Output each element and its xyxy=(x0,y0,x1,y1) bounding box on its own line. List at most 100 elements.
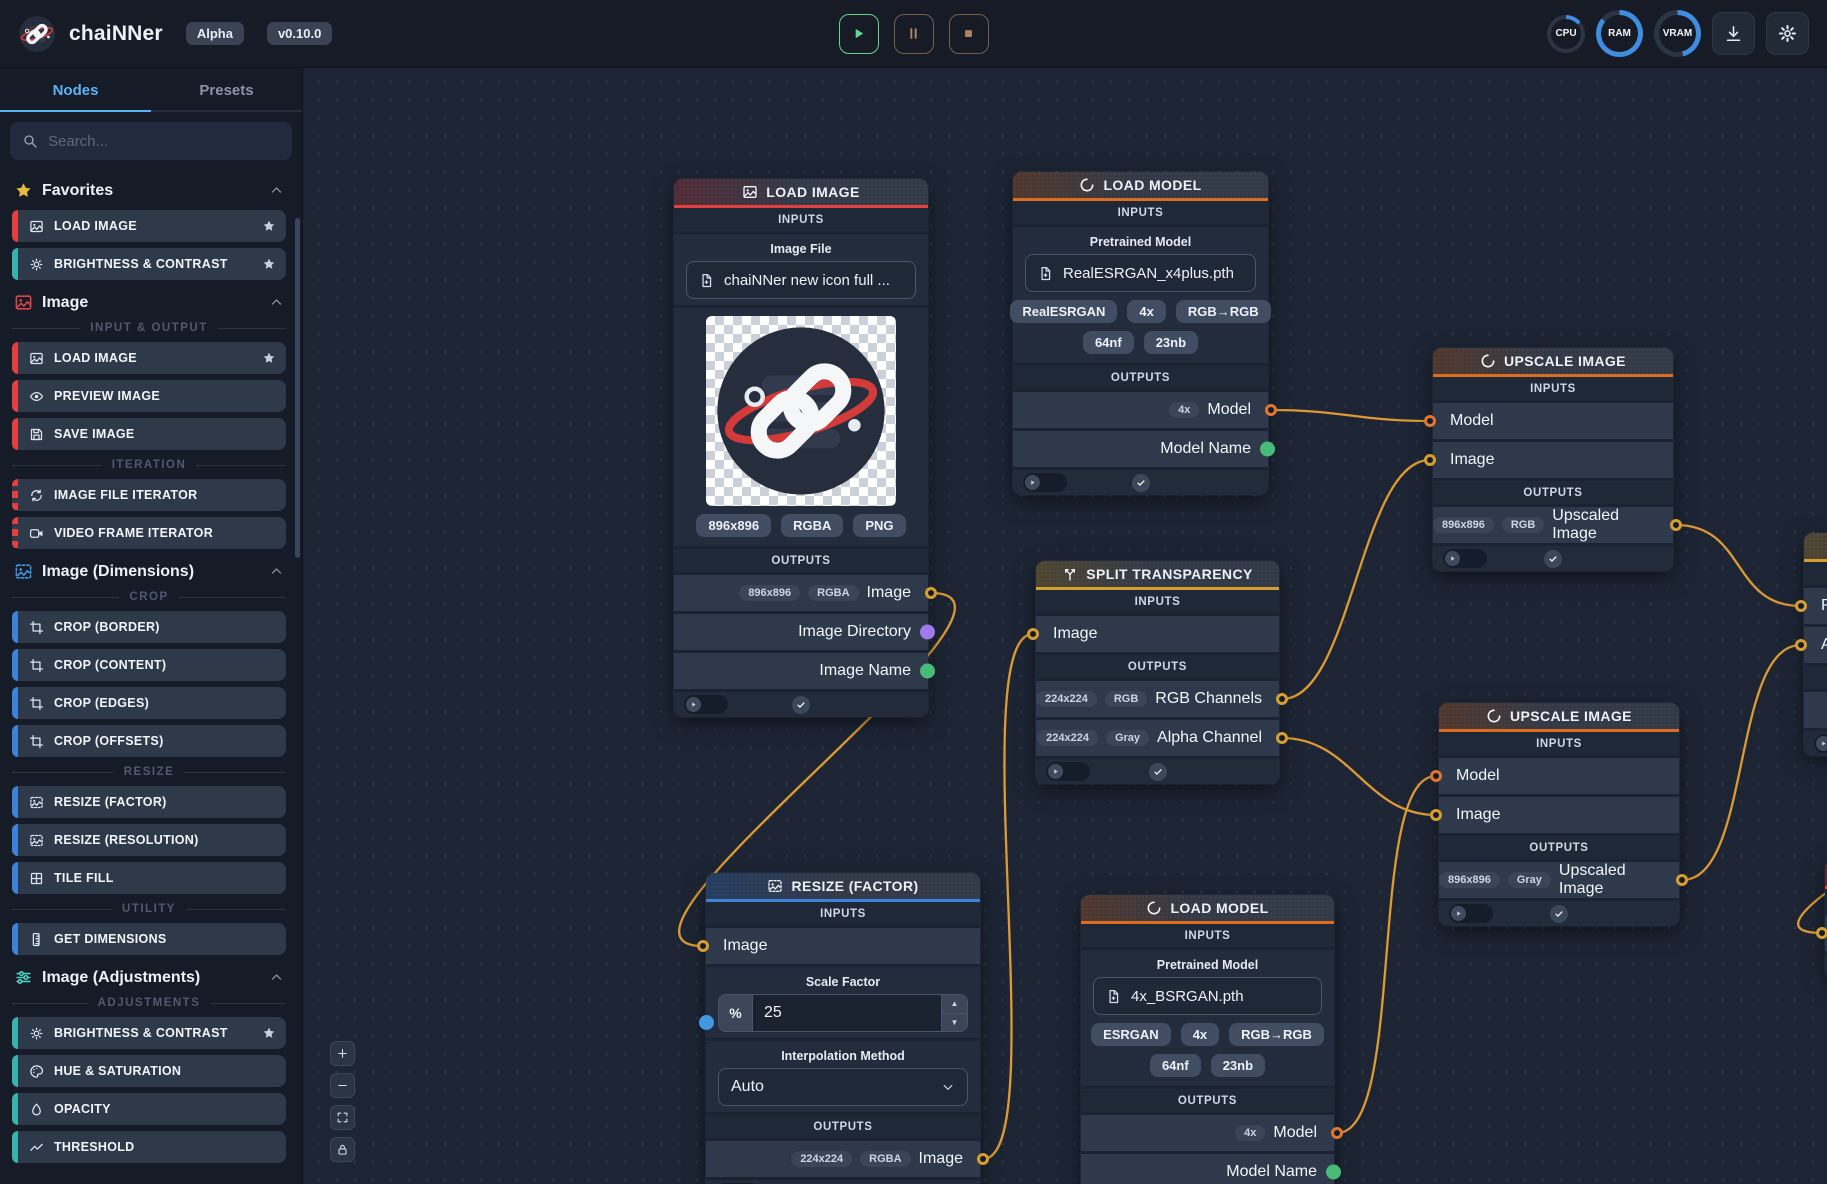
inputs-bar: INPUTS xyxy=(1036,590,1279,613)
play-icon xyxy=(851,26,866,41)
sidebar-item-brightness-contrast[interactable]: BRIGHTNESS & CONTRAST xyxy=(12,1017,286,1049)
node-toggle[interactable] xyxy=(1023,473,1067,492)
model-input-port[interactable] xyxy=(1424,415,1436,427)
text-output-port[interactable] xyxy=(920,664,935,679)
node-canvas[interactable]: LOAD IMAGE INPUTS Image File chaiNNer ne… xyxy=(303,68,1827,1184)
accent-bar xyxy=(12,479,18,511)
accent-bar xyxy=(12,210,18,242)
node-toggle[interactable] xyxy=(1443,549,1487,568)
run-button[interactable] xyxy=(839,14,879,54)
image-output-port[interactable] xyxy=(977,1153,989,1165)
edge-wire[interactable] xyxy=(1271,410,1430,421)
node-header[interactable]: UPSCALE IMAGE xyxy=(1433,348,1673,377)
model-output-port[interactable] xyxy=(1265,404,1277,416)
zoom-out-button[interactable] xyxy=(330,1073,355,1098)
image-output-port[interactable] xyxy=(1276,732,1288,744)
node-header[interactable]: RESIZE (FACTOR) xyxy=(706,873,980,902)
node-toggle[interactable] xyxy=(1449,904,1493,923)
fit-view-button[interactable] xyxy=(330,1105,355,1130)
group-divider: ADJUSTMENTS xyxy=(12,997,286,1009)
sidebar-item-tile-fill[interactable]: TILE FILL xyxy=(12,862,286,894)
sidebar-item-resize-resolution[interactable]: RESIZE (RESOLUTION) xyxy=(12,824,286,856)
scale-factor-input[interactable]: % 25 ▲ ▼ xyxy=(718,994,968,1032)
edge-wire[interactable] xyxy=(1682,645,1801,880)
interpolation-select[interactable]: Auto xyxy=(718,1068,968,1106)
sidebar-item-preview-image[interactable]: PREVIEW IMAGE xyxy=(12,380,286,412)
node-header[interactable]: LOAD MODEL xyxy=(1013,172,1268,201)
sidebar-item-crop-offsets[interactable]: CROP (OFFSETS) xyxy=(12,725,286,757)
node-header[interactable]: LOAD IMAGE xyxy=(674,179,928,208)
alpha-badge: Alpha xyxy=(186,22,244,45)
tag: 4x xyxy=(1169,402,1199,418)
step-up-button[interactable]: ▲ xyxy=(942,995,967,1013)
image-input-port[interactable] xyxy=(1424,454,1436,466)
node-toggle[interactable] xyxy=(1814,734,1827,753)
edge-wire[interactable] xyxy=(1282,460,1430,699)
tag: 23nb xyxy=(1211,1054,1265,1077)
section-image-adjustments[interactable]: Image (Adjustments) xyxy=(14,968,284,987)
sidebar-item-load-image[interactable]: LOAD IMAGE xyxy=(12,210,286,242)
edge-wire[interactable] xyxy=(1676,525,1801,606)
settings-button[interactable] xyxy=(1766,12,1809,55)
download-button[interactable] xyxy=(1712,12,1755,55)
node-toggle[interactable] xyxy=(1046,762,1090,781)
step-down-button[interactable]: ▼ xyxy=(942,1013,967,1032)
sidebar-item-resize-factor[interactable]: RESIZE (FACTOR) xyxy=(12,786,286,818)
section-image-dimensions[interactable]: Image (Dimensions) xyxy=(14,562,284,581)
sidebar-item-crop-border[interactable]: CROP (BORDER) xyxy=(12,611,286,643)
section-image[interactable]: Image xyxy=(14,293,284,312)
tab-presets[interactable]: Presets xyxy=(151,68,302,112)
sidebar-scrollbar[interactable] xyxy=(295,218,300,558)
text-output-port[interactable] xyxy=(1260,442,1275,457)
edge-wire[interactable] xyxy=(983,634,1033,1159)
image-output-port[interactable] xyxy=(1670,519,1682,531)
image-input-port[interactable] xyxy=(697,940,709,952)
image-file-input[interactable]: chaiNNer new icon full ... xyxy=(686,261,916,299)
image-input-port[interactable] xyxy=(1795,600,1807,612)
image-input-port[interactable] xyxy=(1795,639,1807,651)
node-header[interactable]: SPLIT TRANSPARENCY xyxy=(1036,561,1279,590)
scale-factor-value[interactable]: 25 xyxy=(753,995,941,1031)
sidebar-item-save-image[interactable]: SAVE IMAGE xyxy=(12,418,286,450)
image-input-port[interactable] xyxy=(1816,927,1827,939)
file-field: Image File chaiNNer new icon full ... xyxy=(674,234,928,305)
sidebar-item-hue-saturation[interactable]: HUE & SATURATION xyxy=(12,1055,286,1087)
sidebar-item-opacity[interactable]: OPACITY xyxy=(12,1093,286,1125)
crop-icon xyxy=(29,734,44,749)
edge-wire[interactable] xyxy=(1337,776,1436,1133)
image-output-port[interactable] xyxy=(1276,693,1288,705)
model-file-input[interactable]: 4x_BSRGAN.pth xyxy=(1093,977,1322,1015)
directory-output-port[interactable] xyxy=(920,625,935,640)
lock-viewport-button[interactable] xyxy=(330,1137,355,1162)
model-output-port[interactable] xyxy=(1331,1127,1343,1139)
sidebar-item-brightness-contrast[interactable]: BRIGHTNESS & CONTRAST xyxy=(12,248,286,280)
node-toggle[interactable] xyxy=(684,695,728,714)
node-header[interactable]: LOAD MODEL xyxy=(1081,895,1334,924)
image-output-port[interactable] xyxy=(1676,874,1688,886)
image-output-port[interactable] xyxy=(925,587,937,599)
sidebar-item-load-image[interactable]: LOAD IMAGE xyxy=(12,342,286,374)
node-header[interactable]: MERGE TRANSPARENCY xyxy=(1804,533,1827,562)
model-input-port[interactable] xyxy=(1430,770,1442,782)
accent-bar xyxy=(12,687,18,719)
sidebar-item-image-file-iterator[interactable]: IMAGE FILE ITERATOR xyxy=(12,479,286,511)
stop-button[interactable] xyxy=(949,14,989,54)
section-favorites[interactable]: Favorites xyxy=(14,181,284,200)
sidebar-item-crop-content[interactable]: CROP (CONTENT) xyxy=(12,649,286,681)
model-file-input[interactable]: RealESRGAN_x4plus.pth xyxy=(1025,254,1256,292)
image-input-port[interactable] xyxy=(1027,628,1039,640)
node-header[interactable]: UPSCALE IMAGE xyxy=(1439,703,1679,732)
sidebar-item-threshold[interactable]: THRESHOLD xyxy=(12,1131,286,1163)
pause-button[interactable] xyxy=(894,14,934,54)
text-output-port[interactable] xyxy=(1326,1165,1341,1180)
search-input[interactable] xyxy=(48,133,280,150)
scale-factor-field: Scale Factor % 25 ▲ ▼ xyxy=(706,967,980,1038)
sidebar-item-get-dimensions[interactable]: GET DIMENSIONS xyxy=(12,923,286,955)
image-input-port[interactable] xyxy=(1430,809,1442,821)
edge-wire[interactable] xyxy=(1282,738,1436,815)
sidebar-item-crop-edges[interactable]: CROP (EDGES) xyxy=(12,687,286,719)
number-input-port[interactable] xyxy=(699,1015,714,1030)
tab-nodes[interactable]: Nodes xyxy=(0,68,151,112)
zoom-in-button[interactable] xyxy=(330,1041,355,1066)
sidebar-item-video-frame-iterator[interactable]: VIDEO FRAME ITERATOR xyxy=(12,517,286,549)
